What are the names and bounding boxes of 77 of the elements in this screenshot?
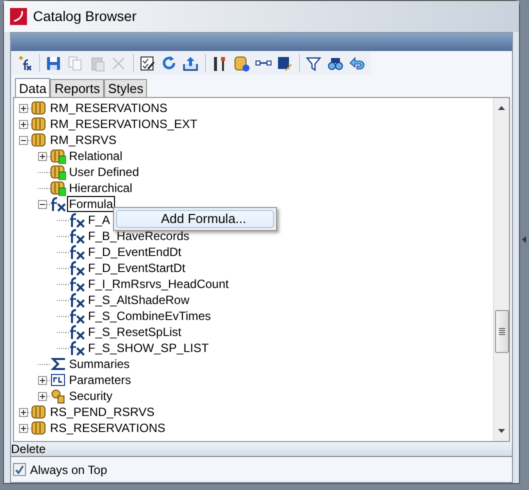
tree-item[interactable]: RS_RESERVATIONS: [48, 421, 168, 435]
expand-toggle[interactable]: [38, 152, 47, 160]
scrollbar[interactable]: [493, 98, 509, 441]
table-icon: [31, 132, 47, 148]
expand-toggle[interactable]: [19, 424, 28, 432]
formula-icon: [69, 324, 85, 340]
scroll-up-icon[interactable]: [498, 106, 505, 110]
expand-toggle[interactable]: [19, 408, 28, 416]
tree-item[interactable]: Security: [67, 389, 114, 403]
app-logo-icon: [10, 8, 27, 25]
delete-icon: [110, 54, 128, 72]
status-text: Delete: [11, 441, 46, 458]
tree-item[interactable]: Formula: [67, 196, 116, 212]
tree-item[interactable]: F_D_EventStartDt: [86, 261, 188, 275]
formula-icon: [69, 308, 85, 324]
expand-toggle[interactable]: [19, 120, 28, 128]
table-icon: [31, 116, 47, 132]
expand-toggle[interactable]: [38, 376, 47, 384]
window-title: Catalog Browser: [33, 7, 136, 26]
grip-icon: [498, 328, 504, 335]
tree-item[interactable]: F_S_AltShadeRow: [86, 293, 192, 307]
expand-toggle[interactable]: [38, 392, 47, 400]
filter-icon: [305, 54, 322, 72]
checkmark-icon: [15, 465, 24, 474]
copy-icon: [66, 54, 84, 72]
formula-icon: [69, 276, 85, 292]
tree-item[interactable]: F_D_EventEndDt: [86, 245, 184, 259]
return-arrow-icon: [348, 54, 366, 72]
tab[interactable]: Data: [15, 78, 50, 98]
upload-icon: [182, 54, 200, 72]
tree-item[interactable]: RM_RSRVS: [48, 133, 118, 147]
tree-item[interactable]: Hierarchical: [67, 181, 134, 195]
formula-icon: [50, 196, 66, 212]
tree-item[interactable]: F_B_HaveRecords: [86, 229, 192, 243]
sigma-icon: [50, 356, 66, 372]
table-icon: [31, 100, 47, 116]
scroll-thumb[interactable]: [494, 310, 508, 353]
tree-item[interactable]: User Defined: [67, 165, 142, 179]
new-formula-icon: [16, 54, 34, 72]
collapse-toggle[interactable]: [38, 200, 47, 208]
paste-icon: [88, 54, 106, 72]
formula-icon: [69, 340, 85, 356]
tree-item[interactable]: RM_RESERVATIONS_EXT: [48, 117, 200, 131]
formula-icon: [69, 244, 85, 260]
tree-item[interactable]: F_S_CombineEvTimes: [86, 309, 213, 323]
tree-item[interactable]: F_S_ResetSpList: [86, 325, 184, 339]
tree-item[interactable]: Summaries: [67, 357, 132, 371]
edit-document-icon: [276, 54, 294, 72]
tree-item[interactable]: F_S_SHOW_SP_LIST: [86, 341, 211, 355]
user-defined-table-icon: [50, 164, 66, 180]
scroll-down-icon[interactable]: [498, 429, 505, 433]
collapse-toggle[interactable]: [19, 136, 28, 144]
checkbox[interactable]: [13, 463, 26, 476]
tab[interactable]: Reports: [50, 79, 104, 97]
tree-item[interactable]: F_A: [86, 213, 112, 227]
save-icon: [45, 54, 62, 72]
refresh-icon: [160, 54, 178, 72]
menu-item[interactable]: Add Formula...: [116, 210, 274, 228]
relational-table-icon: [50, 148, 66, 164]
formula-icon: [69, 212, 85, 228]
checklist-icon: [139, 54, 156, 72]
expand-toggle[interactable]: [19, 104, 28, 112]
tab[interactable]: Styles: [104, 79, 148, 97]
parameters-icon: [50, 372, 66, 388]
table-icon: [31, 420, 47, 436]
table-icon: [31, 404, 47, 420]
formula-icon: [69, 228, 85, 244]
formula-icon: [69, 292, 85, 308]
tree-item[interactable]: Relational: [67, 149, 124, 163]
tree-item[interactable]: RM_RESERVATIONS: [48, 101, 170, 115]
collapse-arrow-icon[interactable]: [522, 236, 526, 243]
checkbox-label[interactable]: Always on Top: [30, 460, 108, 478]
hierarchical-table-icon: [50, 180, 66, 196]
tree-item[interactable]: Parameters: [67, 373, 134, 387]
tree-item[interactable]: RS_PEND_RSRVS: [48, 405, 156, 419]
tree-item[interactable]: F_I_RmRsrvs_HeadCount: [86, 277, 231, 291]
formula-icon: [69, 260, 85, 276]
